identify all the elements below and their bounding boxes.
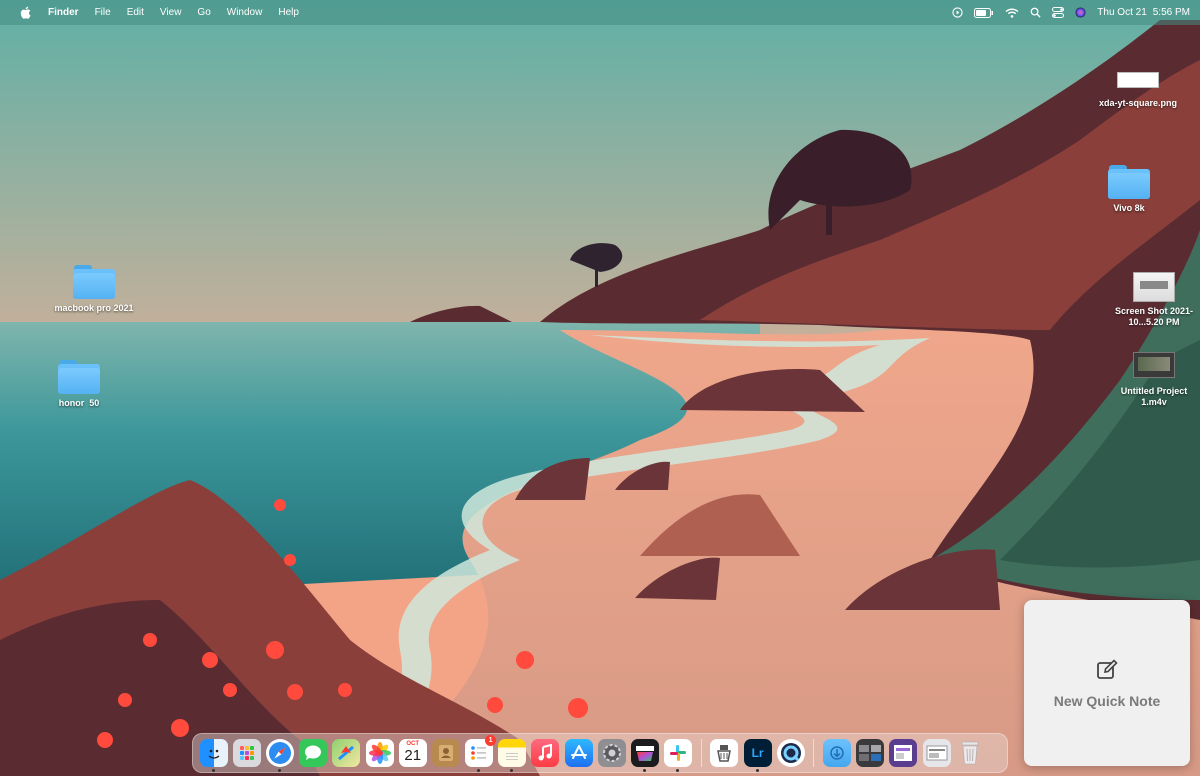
folder-icon [58, 360, 100, 394]
desktop-file-label: Screen Shot 2021-10...5.20 PM [1114, 306, 1194, 327]
menu-window[interactable]: Window [219, 7, 271, 18]
reminders-icon[interactable]: 1 [465, 735, 497, 772]
launchpad-icon[interactable] [232, 739, 261, 767]
desktop-file-xda-yt-square[interactable]: xda-yt-square.png [1083, 72, 1193, 109]
siri-icon[interactable] [1075, 7, 1086, 18]
menu-go[interactable]: Go [189, 7, 218, 18]
folder-icon [73, 265, 115, 299]
play-circle-icon[interactable] [952, 7, 963, 18]
downloads-stack-icon[interactable] [822, 739, 851, 767]
capture-icon[interactable] [710, 739, 739, 767]
calendar-day: 21 [404, 747, 422, 764]
image-thumbnail-icon [1117, 72, 1159, 88]
menu-view[interactable]: View [152, 7, 190, 18]
desktop-folder-label: Vivo 8k [1113, 203, 1145, 213]
trash-icon[interactable] [956, 739, 984, 767]
desktop-file-label: xda-yt-square.png [1098, 98, 1177, 108]
dock-separator [813, 739, 815, 767]
folder-icon [1108, 165, 1150, 199]
reminders-badge: 1 [485, 735, 497, 746]
menu-edit[interactable]: Edit [119, 7, 152, 18]
photos-icon[interactable] [365, 739, 394, 767]
menu-file[interactable]: File [87, 7, 119, 18]
desktop-file-label: Untitled Project 1.m4v [1120, 386, 1188, 407]
desktop-folder-macbook-pro-2021[interactable]: macbook pro 2021 [39, 265, 149, 314]
screenshots-stack-icon[interactable] [889, 739, 918, 767]
notes-icon[interactable] [498, 739, 527, 772]
screenshot-thumbnail-icon [1133, 272, 1175, 302]
desktop-folder-vivo-8k[interactable]: Vivo 8k [1074, 165, 1184, 214]
wifi-icon[interactable] [1005, 8, 1019, 18]
lightroom-icon[interactable]: Lr [743, 739, 772, 772]
maps-icon[interactable] [332, 739, 361, 767]
music-icon[interactable] [531, 739, 560, 767]
quicktime-icon[interactable] [776, 739, 805, 767]
system-preferences-icon[interactable] [597, 739, 626, 767]
messages-icon[interactable] [299, 739, 328, 767]
menu-clock[interactable]: Thu Oct 21 5:56 PM [1097, 7, 1190, 18]
menu-help[interactable]: Help [270, 7, 307, 18]
clock-date: Thu Oct 21 [1097, 7, 1147, 18]
window-preview-icon[interactable] [922, 739, 951, 767]
desktop-folder-honor-50[interactable]: honor 50 [24, 360, 134, 409]
quick-note-label: New Quick Note [1053, 692, 1161, 709]
spotlight-search-icon[interactable] [1030, 7, 1041, 18]
menu-app-name[interactable]: Finder [40, 7, 87, 18]
menu-bar: Finder File Edit View Go Window Help Thu… [0, 0, 1200, 25]
app-store-icon[interactable] [564, 739, 593, 767]
dock-separator [700, 739, 702, 767]
contacts-icon[interactable] [431, 739, 460, 767]
battery-icon[interactable] [974, 7, 994, 18]
dock: OCT 21 1 Lr [192, 733, 1008, 773]
slack-icon[interactable] [664, 739, 693, 772]
control-center-icon[interactable] [1052, 7, 1065, 18]
desktop-wallpaper [0, 0, 1200, 776]
apple-menu-icon[interactable] [10, 6, 40, 20]
desktop-folder-label: honor 50 [58, 398, 100, 408]
recent-files-stack-icon[interactable] [856, 739, 885, 767]
final-cut-pro-icon[interactable] [631, 739, 660, 772]
finder-icon[interactable] [199, 739, 228, 772]
desktop-file-screen-shot[interactable]: Screen Shot 2021-10...5.20 PM [1099, 272, 1200, 328]
video-thumbnail-icon [1133, 352, 1175, 378]
calendar-icon[interactable]: OCT 21 [398, 739, 427, 767]
quick-note-panel[interactable]: New Quick Note [1024, 600, 1190, 766]
safari-icon[interactable] [265, 739, 294, 772]
desktop-folder-label: macbook pro 2021 [54, 303, 134, 313]
compose-note-icon [1095, 658, 1119, 687]
desktop-file-untitled-project[interactable]: Untitled Project 1.m4v [1099, 352, 1200, 408]
clock-time: 5:56 PM [1152, 7, 1190, 18]
